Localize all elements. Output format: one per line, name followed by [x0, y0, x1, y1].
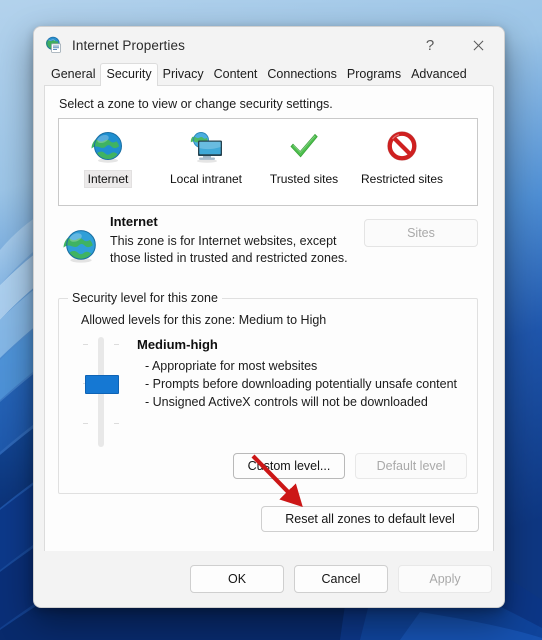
tab-connections[interactable]: Connections — [262, 64, 342, 85]
zone-item-internet[interactable]: Internet — [59, 126, 157, 205]
tab-programs[interactable]: Programs — [342, 64, 406, 85]
slider-tick-left-top — [83, 344, 88, 345]
custom-level-button-label: Custom level... — [247, 459, 331, 473]
sites-button-label: Sites — [407, 226, 435, 240]
slider-tick-left-bottom — [83, 423, 88, 424]
tab-security[interactable]: Security — [100, 63, 158, 86]
zone-list[interactable]: Internet Local intranet Trusted sites Re… — [58, 118, 478, 206]
security-level-group: Security level for this zone Allowed lev… — [58, 291, 478, 494]
cancel-button[interactable]: Cancel — [294, 565, 388, 593]
security-level-name: Medium-high — [137, 337, 218, 352]
tab-advanced[interactable]: Advanced — [406, 64, 472, 85]
custom-level-button[interactable]: Custom level... — [233, 453, 345, 479]
default-level-button-label: Default level — [376, 459, 446, 473]
zone-item-local-intranet[interactable]: Local intranet — [157, 126, 255, 205]
apply-button[interactable]: Apply — [398, 565, 492, 593]
ok-button-label: OK — [227, 572, 247, 586]
cancel-button-label: Cancel — [321, 572, 361, 586]
zone-description-body: This zone is for Internet websites, exce… — [110, 234, 348, 265]
zone-label-trusted-sites: Trusted sites — [269, 172, 339, 186]
security-level-bullet: - Appropriate for most websites — [145, 359, 318, 373]
tab-strip: General Security Privacy Content Connect… — [34, 63, 504, 86]
zone-description: Internet This zone is for Internet websi… — [58, 214, 478, 290]
security-level-bullet: - Unsigned ActiveX controls will not be … — [145, 395, 428, 409]
security-level-slider[interactable] — [81, 337, 121, 447]
internet-properties-dialog: Internet Properties ? General Security P… — [33, 26, 505, 608]
dialog-footer: OK Cancel Apply — [34, 551, 504, 607]
slider-tick-right-bottom — [114, 423, 119, 424]
zone-description-title: Internet — [110, 214, 158, 229]
allowed-levels-text: Allowed levels for this zone: Medium to … — [81, 313, 327, 327]
tab-privacy[interactable]: Privacy — [158, 64, 209, 85]
window-title: Internet Properties — [72, 37, 185, 53]
title-bar: Internet Properties ? — [34, 27, 504, 63]
tab-general[interactable]: General — [46, 64, 100, 85]
help-button[interactable]: ? — [408, 27, 452, 63]
security-level-bullet: - Prompts before downloading potentially… — [145, 377, 457, 391]
zone-intro-text: Select a zone to view or change security… — [59, 97, 333, 111]
internet-properties-icon — [46, 36, 61, 53]
red-prohibition-icon — [385, 126, 419, 168]
slider-tick-right-top — [114, 344, 119, 345]
security-tab-page: Select a zone to view or change security… — [44, 85, 494, 577]
security-level-bullets: - Appropriate for most websites - Prompt… — [145, 357, 457, 411]
globe-icon — [63, 228, 99, 269]
tab-content[interactable]: Content — [209, 64, 263, 85]
intranet-monitor-icon — [188, 126, 224, 168]
ok-button[interactable]: OK — [190, 565, 284, 593]
zone-label-local-intranet: Local intranet — [169, 172, 243, 186]
zone-item-restricted-sites[interactable]: Restricted sites — [353, 126, 451, 205]
close-button[interactable] — [456, 27, 500, 63]
apply-button-label: Apply — [429, 572, 461, 586]
zone-item-trusted-sites[interactable]: Trusted sites — [255, 126, 353, 205]
security-level-legend: Security level for this zone — [68, 291, 222, 305]
globe-icon — [91, 126, 125, 168]
default-level-button[interactable]: Default level — [355, 453, 467, 479]
close-icon — [473, 40, 483, 50]
help-icon: ? — [425, 36, 435, 54]
sites-button[interactable]: Sites — [364, 219, 478, 247]
slider-thumb[interactable] — [85, 375, 119, 394]
zone-label-internet: Internet — [83, 170, 133, 188]
zone-label-restricted-sites: Restricted sites — [360, 172, 444, 186]
reset-all-zones-button[interactable]: Reset all zones to default level — [261, 506, 479, 532]
reset-all-zones-label: Reset all zones to default level — [285, 512, 455, 526]
green-check-icon — [287, 126, 321, 168]
